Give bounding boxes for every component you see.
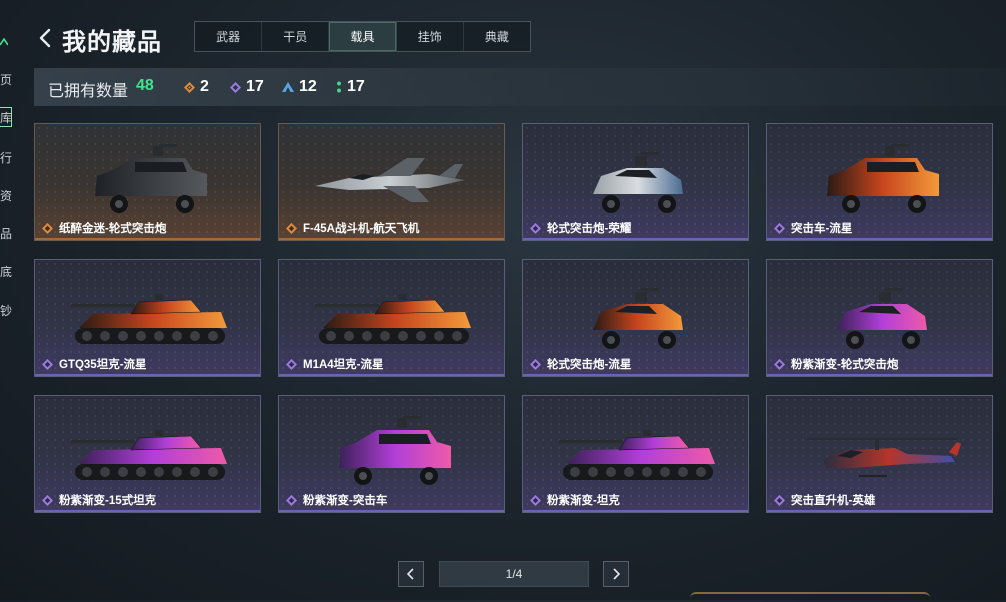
vehicle-card[interactable]: 粉紫渐变-轮式突击炮 — [766, 259, 993, 377]
vehicle-card[interactable]: 粉紫渐变-坦克 — [522, 395, 749, 513]
tab-vehicles[interactable]: 载具 — [329, 22, 397, 51]
vehicle-image — [837, 288, 927, 349]
vehicle-name: 突击直升机-英雄 — [791, 495, 876, 507]
purple-diamond-icon — [530, 359, 541, 370]
rarity-edge — [767, 238, 992, 240]
vehicle-card[interactable]: GTQ35坦克-流星 — [34, 259, 261, 377]
owned-count-total: 48 — [136, 77, 154, 94]
vehicle-name: 粉紫渐变-轮式突击炮 — [791, 359, 899, 371]
vehicle-image — [827, 144, 939, 213]
vehicle-card[interactable]: F-45A战斗机-航天飞机 — [278, 123, 505, 241]
side-nav-glyph[interactable]: 行 — [0, 152, 12, 164]
vehicle-image — [71, 430, 227, 480]
purple-diamond-icon — [530, 223, 541, 234]
rarity-count-blue: 12 — [282, 78, 317, 96]
orange-diamond-icon — [42, 223, 53, 234]
rarity-edge — [767, 510, 992, 512]
side-nav-glyph[interactable]: 资 — [0, 190, 12, 202]
purple-diamond-icon — [286, 359, 297, 370]
next-page-button[interactable] — [603, 561, 629, 587]
prev-page-button[interactable] — [398, 561, 424, 587]
rarity-edge — [35, 374, 260, 376]
purple-diamond-icon — [230, 81, 241, 93]
vehicle-name: F-45A战斗机-航天飞机 — [303, 223, 420, 235]
rarity-count-purple: 17 — [230, 78, 264, 96]
vehicle-name: 粉紫渐变-坦克 — [547, 495, 620, 507]
side-nav-glyph[interactable]: 品 — [0, 228, 12, 240]
purple-diamond-icon — [42, 359, 53, 370]
vehicle-card[interactable]: 纸醉金迷-轮式突击炮 — [34, 123, 261, 241]
tab-accessories[interactable]: 挂饰 — [397, 22, 464, 51]
vehicle-card[interactable]: M1A4坦克-流星 — [278, 259, 505, 377]
vehicle-card[interactable]: 粉紫渐变-突击车 — [278, 395, 505, 513]
page-indicator: 1/4 — [439, 561, 589, 587]
rarity-edge — [279, 510, 504, 512]
vehicle-card[interactable]: 突击直升机-英雄 — [766, 395, 993, 513]
purple-diamond-icon — [774, 495, 785, 506]
rarity-edge — [35, 510, 260, 512]
up-caret-icon — [0, 38, 8, 46]
vehicle-name: 纸醉金迷-轮式突击炮 — [59, 223, 167, 235]
purple-diamond-icon — [530, 495, 541, 506]
tab-weapons[interactable]: 武器 — [195, 22, 263, 51]
rarity-count-orange: 2 — [184, 78, 209, 96]
chevron-left-icon[interactable] — [38, 26, 54, 50]
purple-diamond-icon — [774, 223, 785, 234]
side-nav-glyph[interactable]: 钞 — [0, 305, 12, 317]
side-nav-glyph[interactable]: 库 — [0, 112, 12, 124]
rarity-edge — [523, 374, 748, 376]
tab-operators[interactable]: 干员 — [262, 22, 330, 51]
blue-triangle-icon — [282, 81, 294, 92]
purple-diamond-icon — [42, 495, 53, 506]
rarity-edge — [279, 374, 504, 376]
orange-diamond-icon — [184, 81, 195, 93]
vehicle-name: 轮式突击炮-荣耀 — [547, 223, 632, 235]
vehicle-image — [95, 144, 207, 213]
rarity-edge — [279, 238, 504, 240]
vehicle-image — [315, 158, 465, 202]
vehicle-card[interactable]: 粉紫渐变-15式坦克 — [34, 395, 261, 513]
chevron-left-icon — [406, 568, 414, 580]
side-nav-glyph[interactable]: 页 — [0, 74, 12, 86]
purple-diamond-icon — [774, 359, 785, 370]
rarity-edge — [523, 238, 748, 240]
vehicle-name: 轮式突击炮-流星 — [547, 359, 632, 371]
vehicle-card[interactable]: 突击车-流星 — [766, 123, 993, 241]
rarity-edge — [767, 374, 992, 376]
owned-count-label: 已拥有数量 — [48, 83, 129, 100]
vehicle-name: 突击车-流星 — [791, 223, 853, 235]
green-dots-icon — [337, 81, 341, 93]
rarity-edge — [35, 238, 260, 240]
vehicle-image — [71, 294, 227, 344]
vehicle-image — [593, 288, 683, 349]
vehicle-name: GTQ35坦克-流星 — [59, 359, 147, 371]
vehicle-name: 粉紫渐变-15式坦克 — [59, 495, 157, 507]
vehicle-name: M1A4坦克-流星 — [303, 359, 384, 371]
page-title: 我的藏品 — [62, 29, 162, 56]
orange-diamond-icon — [286, 223, 297, 234]
rarity-edge — [523, 510, 748, 512]
side-nav-edge: 页 库 行 资 品 底 钞 — [0, 0, 18, 600]
purple-diamond-icon — [286, 495, 297, 506]
side-nav-glyph[interactable]: 底 — [0, 266, 12, 278]
owned-count-bar: 已拥有数量 48 2 17 12 17 — [34, 68, 1006, 106]
corner-decoration — [690, 592, 930, 602]
rarity-count-green: 17 — [336, 78, 365, 96]
vehicle-image — [593, 152, 683, 213]
category-tabs: 武器 干员 载具 挂饰 典藏 — [194, 21, 531, 52]
vehicle-image — [315, 294, 471, 344]
vehicle-card[interactable]: 轮式突击炮-流星 — [522, 259, 749, 377]
vehicle-image — [807, 438, 961, 477]
vehicle-image — [339, 416, 451, 485]
vehicle-name: 粉紫渐变-突击车 — [303, 495, 388, 507]
vehicle-card[interactable]: 轮式突击炮-荣耀 — [522, 123, 749, 241]
vehicle-image — [559, 430, 715, 480]
chevron-right-icon — [613, 568, 621, 580]
tab-collection[interactable]: 典藏 — [464, 22, 530, 51]
